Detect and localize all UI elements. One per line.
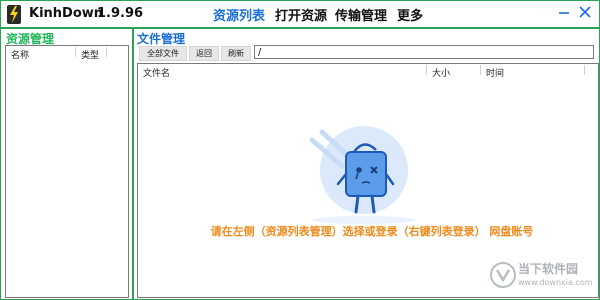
- all-files-button[interactable]: 全部文件: [139, 46, 187, 61]
- app-version: 1.9.96: [97, 6, 144, 21]
- menu-transfer-management[interactable]: 传输管理: [335, 5, 387, 24]
- menu-resource-list[interactable]: 资源列表: [213, 5, 265, 24]
- menu-open-resource[interactable]: 打开资源: [275, 5, 327, 24]
- watermark-url: www.downxia.com: [518, 278, 593, 287]
- column-separator[interactable]: [480, 65, 481, 75]
- column-header-size[interactable]: 大小: [432, 66, 450, 79]
- close-icon[interactable]: [578, 5, 592, 19]
- minimize-icon[interactable]: [557, 5, 571, 19]
- column-separator[interactable]: [426, 65, 427, 75]
- column-header-filename[interactable]: 文件名: [143, 66, 170, 79]
- bag-mascot-icon: [309, 126, 416, 224]
- title-bar: KinhDown 1.9.96 资源列表 打开资源 传输管理 更多: [1, 1, 599, 29]
- column-separator[interactable]: [75, 47, 76, 57]
- column-header-time[interactable]: 时间: [486, 66, 504, 79]
- resource-list[interactable]: 名称 类型: [5, 45, 129, 298]
- app-window: KinhDown 1.9.96 资源列表 打开资源 传输管理 更多 资源管理 名…: [0, 0, 600, 300]
- lightning-bolt-icon: [7, 5, 21, 24]
- app-name: KinhDown: [29, 6, 104, 21]
- watermark: 当下软件园 www.downxia.com: [490, 255, 595, 295]
- refresh-button[interactable]: 刷新: [221, 46, 251, 61]
- watermark-title: 当下软件园: [518, 262, 579, 276]
- column-separator[interactable]: [584, 65, 585, 75]
- downxia-logo-icon: [490, 262, 516, 288]
- resource-panel: 资源管理 名称 类型: [1, 29, 132, 299]
- back-button[interactable]: 返回: [189, 46, 219, 61]
- menu-more[interactable]: 更多: [397, 5, 423, 24]
- column-separator[interactable]: [106, 47, 107, 57]
- column-header-type[interactable]: 类型: [81, 48, 99, 61]
- file-panel-title: 文件管理: [137, 32, 186, 46]
- path-input[interactable]: /: [254, 45, 594, 59]
- empty-hint: 请在左侧（资源列表管理）选择或登录（右键列表登录） 网盘账号: [210, 225, 534, 238]
- column-header-name[interactable]: 名称: [11, 48, 29, 61]
